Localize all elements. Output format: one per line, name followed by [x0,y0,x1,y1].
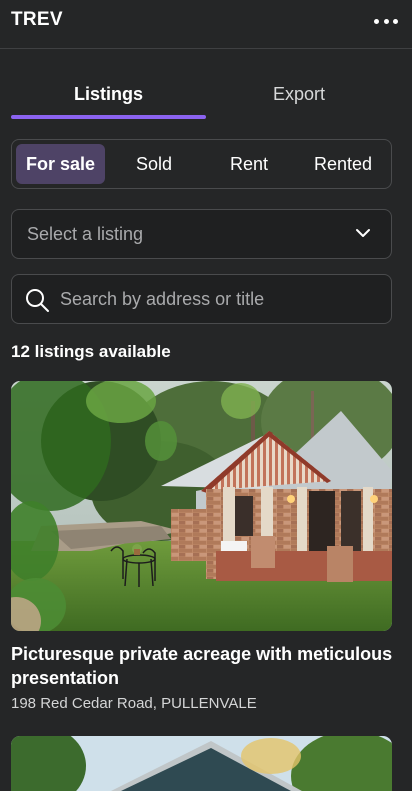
more-options-icon[interactable] [374,16,398,26]
listing-card[interactable]: Picturesque private acreage with meticul… [11,381,392,712]
filter-for-sale[interactable]: For sale [16,144,105,184]
listing-photo-next[interactable] [11,736,392,791]
status-filter: For sale Sold Rent Rented [11,139,392,189]
filter-sold[interactable]: Sold [108,144,200,184]
app-header: TREV [0,0,412,49]
listing-select[interactable]: Select a listing [11,209,392,259]
app-title: TREV [11,9,63,30]
dot [393,18,398,24]
search-input[interactable] [60,283,380,315]
search-box [11,274,392,324]
listing-select-placeholder: Select a listing [27,224,144,244]
dot [374,18,379,24]
tab-export[interactable]: Export [206,72,392,116]
dot [383,18,389,24]
filter-rent[interactable]: Rent [203,144,295,184]
house-photo [11,736,392,791]
listing-title: Picturesque private acreage with meticul… [11,644,393,688]
chevron-down-icon [356,229,370,237]
filter-rented[interactable]: Rented [298,144,388,184]
listing-address: 198 Red Cedar Road, PULLENVALE [11,695,257,712]
active-tab-indicator [11,115,206,119]
listing-photo [11,381,392,631]
search-icon [26,289,49,312]
house-photo [11,381,392,631]
results-count: 12 listings available [11,342,171,361]
tab-listings[interactable]: Listings [11,72,206,116]
main-tabs: Listings Export [11,72,392,120]
